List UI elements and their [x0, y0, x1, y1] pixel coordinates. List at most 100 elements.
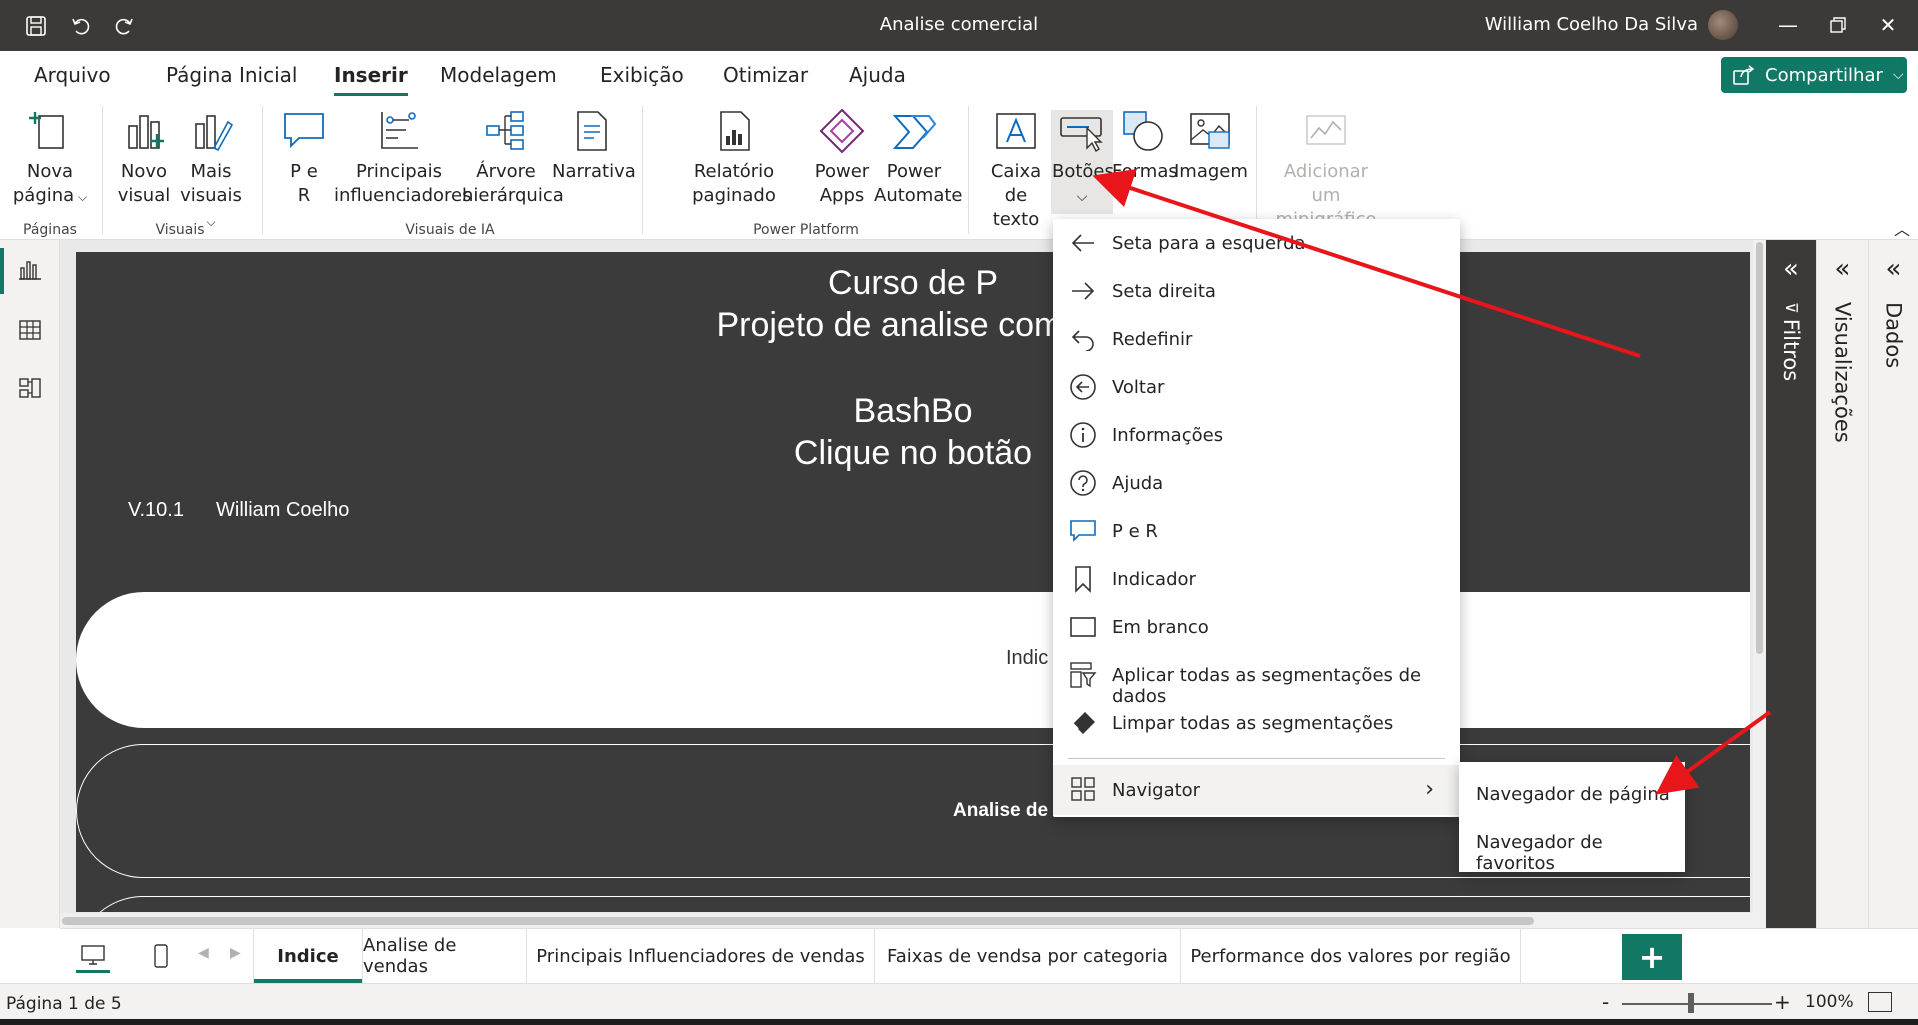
nav-button-indice[interactable]: Indic: [76, 592, 1750, 728]
key-influencers-icon: [381, 112, 418, 149]
more-visuals-label-1: Mais: [190, 161, 232, 182]
menu-item-clear-slicers[interactable]: Limpar todas as segmentações: [1053, 699, 1460, 747]
page-tab-performance[interactable]: Performance dos valores por região: [1181, 929, 1521, 983]
restore-icon[interactable]: [1818, 10, 1858, 40]
power-automate-button[interactable]: Power Automate: [874, 108, 963, 208]
active-view-indicator: [0, 248, 4, 294]
filters-text: Filtros: [1779, 318, 1803, 382]
scroll-thumb[interactable]: [62, 917, 1534, 925]
tab-otimizar[interactable]: Otimizar: [723, 63, 808, 87]
tab-exibicao[interactable]: Exibição: [600, 63, 684, 87]
data-label: Dados: [1881, 302, 1906, 369]
menu-item-back[interactable]: Voltar: [1053, 363, 1460, 411]
report-title-line2: Projeto de analise comerc: [716, 306, 1110, 344]
narrative-button[interactable]: Narrativa: [552, 108, 636, 184]
share-button[interactable]: Compartilhar ⌵: [1721, 57, 1907, 93]
share-label: Compartilhar: [1765, 64, 1883, 86]
user-name[interactable]: William Coelho Da Silva: [1485, 14, 1698, 35]
menu-item-help[interactable]: Ajuda: [1053, 459, 1460, 507]
close-icon[interactable]: ✕: [1868, 10, 1908, 40]
qa-button[interactable]: P e R: [278, 108, 330, 208]
key-influencers-button[interactable]: Principais influenciadores: [334, 108, 471, 208]
report-view-icon[interactable]: [14, 254, 46, 286]
bookmark-icon: [1068, 565, 1098, 593]
nav-button-next[interactable]: [76, 896, 1750, 912]
minimize-icon[interactable]: —: [1768, 10, 1808, 40]
decomposition-tree-button[interactable]: Árvore hierárquica: [462, 108, 564, 208]
menu-item-reset[interactable]: Redefinir: [1053, 315, 1460, 363]
sparkline-icon: [1306, 115, 1346, 145]
vertical-scrollbar[interactable]: [1753, 240, 1766, 928]
menu-item-bookmark[interactable]: Indicador: [1053, 555, 1460, 603]
tab-inserir[interactable]: Inserir: [334, 63, 408, 96]
narrative-icon: [577, 111, 607, 151]
new-visual-icon: [128, 115, 164, 149]
collapse-filters-icon[interactable]: «: [1766, 254, 1816, 284]
visualizations-pane[interactable]: « Visualizações: [1816, 240, 1868, 928]
ribbon-separator: [102, 106, 103, 234]
zoom-in-icon[interactable]: +: [1774, 990, 1791, 1014]
report-title-line4: Clique no botão: [793, 434, 1033, 472]
nav-button-label: Analise de: [953, 800, 1049, 821]
new-page-button[interactable]: Nova página ⌵: [12, 108, 88, 209]
avatar[interactable]: [1708, 10, 1738, 40]
menu-item-qa[interactable]: P e R: [1053, 507, 1460, 555]
new-visual-button[interactable]: Novo visual: [114, 108, 174, 208]
ribbon-separator: [642, 106, 643, 234]
prev-page-icon[interactable]: ◀: [198, 945, 209, 961]
menu-item-arrow-right[interactable]: Seta direita: [1053, 267, 1460, 315]
horizontal-scrollbar[interactable]: [60, 913, 1753, 928]
apply-slicers-icon: [1068, 661, 1098, 689]
page-tab-influenciadores[interactable]: Principais Influenciadores de vendas: [527, 929, 875, 983]
redo-icon[interactable]: [110, 12, 138, 40]
menu-item-label: Limpar todas as segmentações: [1112, 713, 1394, 734]
paginated-report-button[interactable]: Relatório paginado: [656, 108, 812, 208]
table-view-icon[interactable]: [14, 314, 46, 346]
qa-icon: [1068, 517, 1098, 545]
menu-item-label: Navigator: [1112, 780, 1201, 801]
page-tab-indice[interactable]: Indice: [253, 929, 363, 983]
submenu-page-navigator[interactable]: Navegador de página: [1476, 784, 1670, 805]
model-view-icon[interactable]: [14, 372, 46, 404]
data-pane[interactable]: « Dados: [1868, 240, 1918, 928]
mobile-layout-icon[interactable]: [148, 939, 174, 973]
page-tab-analise-vendas[interactable]: Analise de vendas: [363, 929, 527, 983]
collapse-data-icon[interactable]: «: [1869, 254, 1918, 284]
decomposition-tree-label-2: hierárquica: [462, 185, 564, 206]
report-title-line1: Curso de P: [827, 264, 999, 302]
scroll-thumb[interactable]: [1756, 242, 1763, 654]
undo-icon[interactable]: [67, 12, 95, 40]
qa-label-2: R: [297, 185, 311, 206]
collapse-visualizations-icon[interactable]: «: [1817, 254, 1868, 284]
zoom-slider[interactable]: [1622, 1003, 1772, 1005]
tab-pagina-inicial[interactable]: Página Inicial: [166, 63, 297, 87]
collapse-ribbon-icon[interactable]: ︿: [1894, 216, 1910, 240]
tab-modelagem[interactable]: Modelagem: [440, 63, 557, 87]
ribbon-separator: [968, 106, 969, 234]
menu-item-apply-slicers[interactable]: Aplicar todas as segmentações de dados: [1053, 651, 1460, 707]
zoom-slider-thumb[interactable]: [1688, 993, 1694, 1013]
fit-to-page-icon[interactable]: [1868, 992, 1892, 1012]
buttons-button[interactable]: Botões ⌵: [1052, 108, 1114, 209]
shapes-button[interactable]: Formas: [1112, 108, 1178, 184]
more-visuals-button[interactable]: Mais visuais ⌵: [176, 108, 246, 234]
power-apps-button[interactable]: Power Apps: [812, 108, 872, 208]
menu-item-arrow-left[interactable]: Seta para a esquerda: [1053, 219, 1460, 267]
menu-item-navigator[interactable]: Navigator ›: [1053, 765, 1460, 815]
menu-item-blank[interactable]: Em branco: [1053, 603, 1460, 651]
paginated-report-icon: [720, 111, 750, 151]
menu-item-info[interactable]: Informações: [1053, 411, 1460, 459]
filters-pane[interactable]: « ⊽ Filtros: [1766, 240, 1816, 928]
submenu-bookmark-navigator[interactable]: Navegador de favoritos: [1476, 832, 1685, 874]
add-page-button[interactable]: +: [1622, 934, 1682, 980]
tab-ajuda[interactable]: Ajuda: [849, 63, 906, 87]
image-button[interactable]: Imagem: [1174, 108, 1248, 184]
save-icon[interactable]: [22, 12, 50, 40]
tab-arquivo[interactable]: Arquivo: [34, 63, 111, 87]
zoom-out-icon[interactable]: -: [1602, 990, 1609, 1014]
desktop-layout-icon[interactable]: [76, 939, 110, 973]
next-page-icon[interactable]: ▶: [230, 945, 241, 961]
text-box-button[interactable]: Caixa de texto: [980, 108, 1052, 232]
power-apps-label-1: Power: [814, 161, 870, 182]
page-tab-faixas[interactable]: Faixas de vendsa por categoria: [875, 929, 1181, 983]
